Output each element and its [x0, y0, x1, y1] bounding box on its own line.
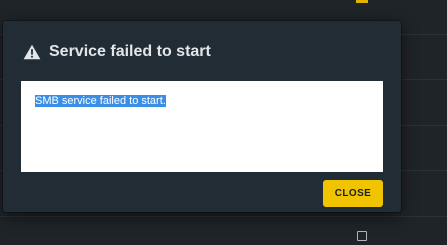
dialog-header: Service failed to start — [3, 21, 401, 79]
background-row-checkbox[interactable] — [357, 231, 367, 241]
background-accent-marker — [356, 0, 368, 3]
error-dialog: Service failed to start SMB service fail… — [3, 21, 401, 212]
message-text: SMB service failed to start. — [35, 95, 166, 107]
message-box[interactable]: SMB service failed to start. — [21, 81, 383, 172]
close-button[interactable]: CLOSE — [323, 180, 383, 207]
dialog-title: Service failed to start — [49, 43, 211, 60]
warning-icon — [23, 44, 41, 60]
background-row-divider — [0, 216, 447, 217]
